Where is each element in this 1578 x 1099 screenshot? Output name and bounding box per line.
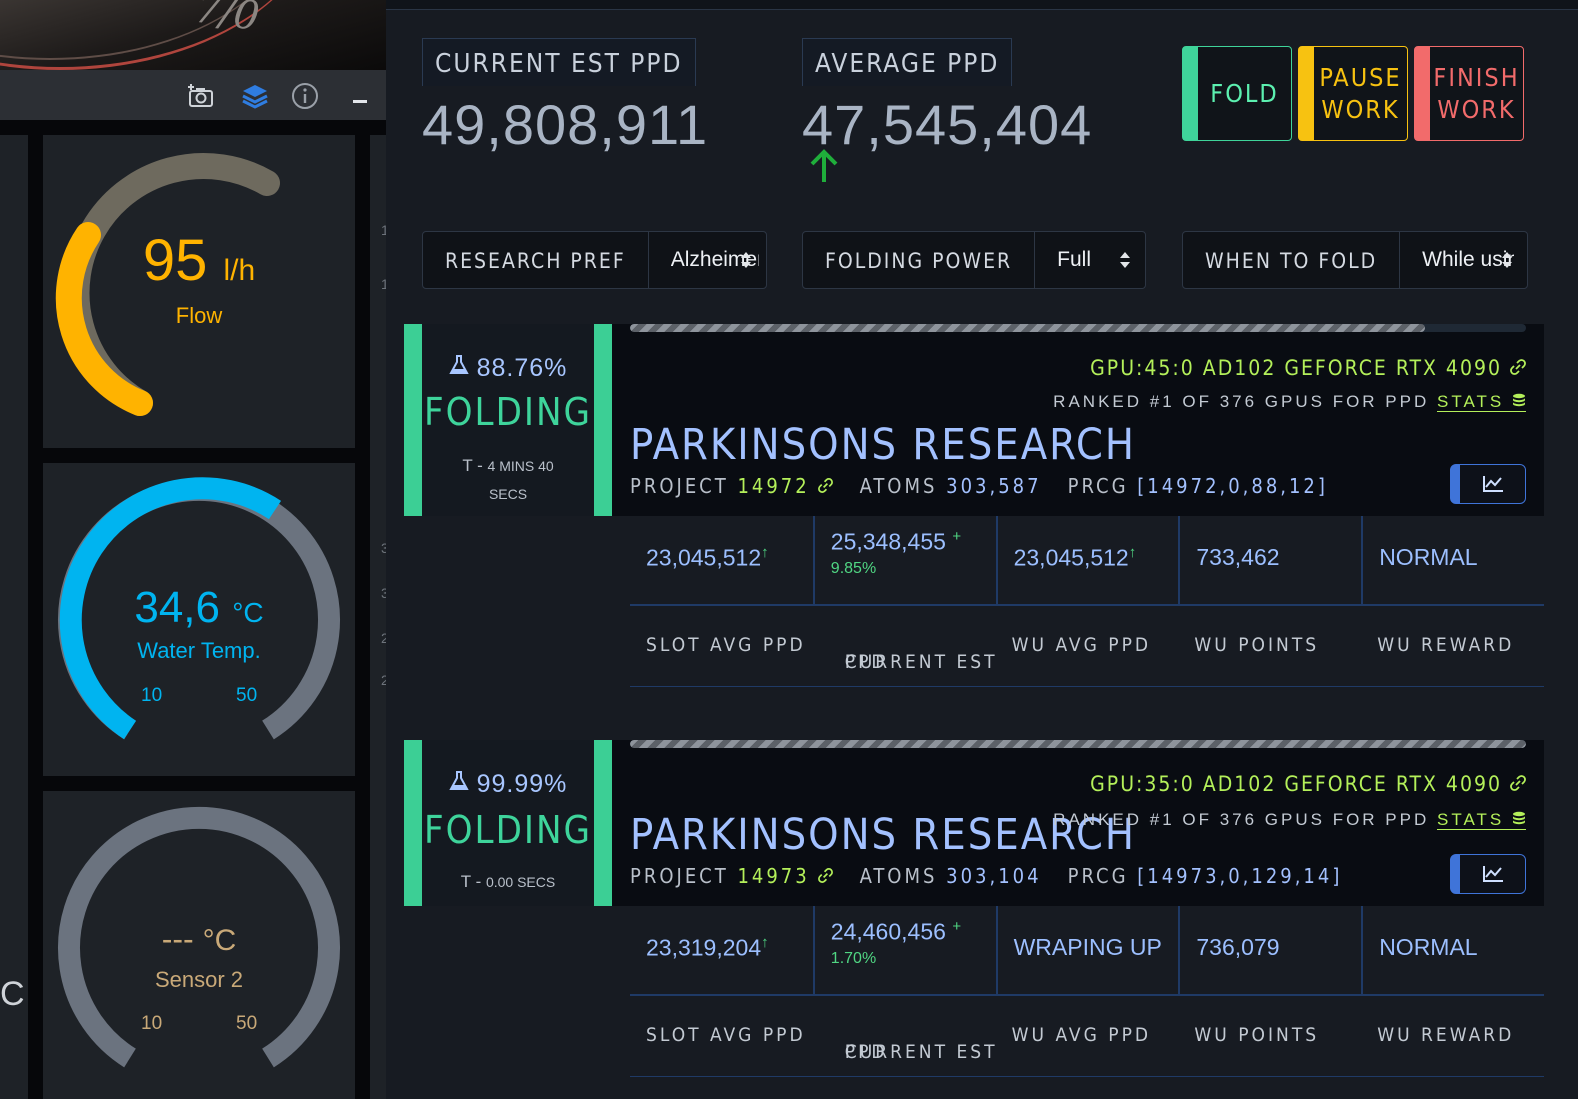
pause-work-button[interactable]: PAUSE WORK — [1298, 46, 1408, 141]
edge-unit-char: C — [0, 975, 25, 1013]
average-ppd-value: 47,545,404 — [802, 93, 1093, 156]
research-pref-dropdown[interactable]: Alzheimer's — [649, 232, 766, 288]
wu-reward-value: NORMAL — [1361, 906, 1544, 994]
folding-panel: CURRENT EST PPD 49,808,911 AVERAGE PPD 4… — [386, 0, 1578, 1099]
water-temp-min: 10 — [141, 685, 163, 706]
current-est-ppd-value: 24,460,456 +1.70% — [812, 906, 996, 994]
select-caret-icon — [741, 252, 751, 268]
slot-status: 88.76% FOLDING T - 4 MINS 40 SECS — [404, 324, 612, 516]
wu-reward-value: NORMAL — [1361, 516, 1544, 604]
project-line: PROJECT 14973 ATOMS 303,104 PRCG [14973,… — [630, 864, 1343, 888]
flask-icon — [448, 771, 469, 790]
project-link[interactable]: 14972 — [737, 474, 842, 498]
water-temp-label: Water Temp. — [137, 638, 261, 663]
slot-eta: T - 0.00 SECS — [460, 872, 556, 891]
select-caret-icon — [1502, 252, 1512, 268]
research-pref-label: RESEARCH PREF — [423, 232, 649, 288]
water-temp-unit: °C — [232, 597, 264, 628]
link-icon — [1510, 359, 1526, 375]
slot-header: GPU:35:0 AD102 GEFORCE RTX 4090 PARKINSO… — [612, 740, 1544, 906]
slot-eta: T - 4 MINS 40 SECS — [462, 456, 554, 502]
slot-stats-labels: SLOT AVG PPD CURRENT EST PPD WU AVG PPD W… — [630, 606, 1544, 687]
current-ppd-value: 49,808,911 — [422, 93, 709, 156]
sensor-2-label: Sensor 2 — [154, 967, 244, 992]
slot-avg-ppd-value: 23,319,204↑ — [646, 934, 769, 961]
database-icon — [1513, 393, 1525, 407]
slot-stats-row: 23,319,204↑ 24,460,456 +1.70% WRAPING UP… — [630, 906, 1544, 996]
stats-link[interactable]: STATS — [1437, 392, 1526, 412]
research-pref-select: RESEARCH PREF Alzheimer's — [422, 231, 767, 289]
current-est-ppd-value: 25,348,455 +9.85% — [812, 516, 996, 604]
sensor-2-value: --- — [161, 921, 194, 957]
wu-avg-ppd-value: 23,045,512↑ — [995, 516, 1179, 604]
link-icon — [818, 868, 834, 883]
line-chart-icon — [1482, 866, 1503, 882]
chart-button[interactable] — [1450, 854, 1526, 894]
layers-icon[interactable] — [241, 83, 269, 109]
sensor-2-gauge: --- °C Sensor 2 10 50 — [43, 791, 355, 1099]
project-link[interactable]: 14973 — [737, 864, 842, 888]
gpu-rank: RANKED #1 OF 376 GPUS FOR PPD STATS — [1053, 392, 1526, 412]
line-chart-icon — [1482, 476, 1503, 492]
when-to-fold-dropdown[interactable]: While using — [1400, 232, 1527, 288]
slot-status-text: FOLDING — [423, 390, 593, 434]
sensor-2-max: 50 — [236, 1013, 258, 1034]
slot-progress-bar — [630, 740, 1526, 748]
background-photo: 7/0 — [0, 0, 386, 70]
folding-power-select: FOLDING POWER Full — [802, 231, 1146, 289]
gpu-rank: RANKED #1 OF 376 GPUS FOR PPD STATS — [1053, 810, 1526, 830]
when-to-fold-select: WHEN TO FOLD While using — [1182, 231, 1528, 289]
minimize-icon[interactable] — [346, 83, 374, 109]
research-title: PARKINSONS RESEARCH — [630, 420, 1137, 470]
sensor-2-min: 10 — [141, 1013, 163, 1034]
gpu-name-link[interactable]: GPU:35:0 AD102 GEFORCE RTX 4090 — [1090, 772, 1526, 796]
slot-stats-labels: SLOT AVG PPD CURRENT EST PPD WU AVG PPD W… — [630, 996, 1544, 1077]
finish-work-button[interactable]: FINISH WORK — [1414, 46, 1524, 141]
flow-value: 95 — [142, 228, 208, 293]
average-ppd-label: AVERAGE PPD — [802, 38, 1013, 86]
folding-power-label: FOLDING POWER — [803, 232, 1036, 288]
slot-progress-percent: 99.99% — [476, 770, 568, 798]
project-line: PROJECT 14972 ATOMS 303,587 PRCG [14972,… — [630, 474, 1328, 498]
link-icon — [818, 478, 834, 493]
wu-points-value: 733,462 — [1178, 516, 1361, 604]
when-to-fold-label: WHEN TO FOLD — [1183, 232, 1401, 288]
water-temp-max: 50 — [236, 685, 258, 706]
sensor-2-unit: °C — [202, 924, 237, 957]
flow-label: Flow — [175, 303, 223, 328]
water-temp-gauge: 34,6 °C Water Temp. 10 50 — [43, 463, 355, 776]
gpu-name-link[interactable]: GPU:45:0 AD102 GEFORCE RTX 4090 — [1090, 356, 1526, 380]
link-icon — [1510, 775, 1526, 791]
water-temp-value: 34,6 — [134, 583, 220, 632]
fold-button[interactable]: FOLD — [1182, 46, 1292, 141]
folding-slot-1: 88.76% FOLDING T - 4 MINS 40 SECS GPU:45:… — [404, 324, 1544, 694]
sensor-toolbar — [0, 70, 386, 120]
folding-power-dropdown[interactable]: Full — [1035, 232, 1145, 288]
wu-points-value: 736,079 — [1178, 906, 1361, 994]
flow-gauge: 95 l/h Flow — [43, 135, 355, 448]
chart-button[interactable] — [1450, 464, 1526, 504]
slot-header: GPU:45:0 AD102 GEFORCE RTX 4090 RANKED #… — [612, 324, 1544, 516]
flow-unit: l/h — [223, 254, 256, 287]
folding-slot-2: 99.99% FOLDING T - 0.00 SECS GPU:35:0 AD… — [404, 740, 1544, 1099]
slot-progress-percent: 88.76% — [476, 354, 568, 382]
slot-avg-ppd-value: 23,045,512↑ — [646, 544, 769, 571]
up-arrow-icon — [810, 149, 838, 182]
slot-status: 99.99% FOLDING T - 0.00 SECS — [404, 740, 612, 906]
select-caret-icon — [1120, 252, 1130, 268]
slot-status-text: FOLDING — [423, 808, 593, 852]
info-icon[interactable] — [291, 83, 319, 109]
slot-stats-row: 23,045,512↑ 25,348,455 +9.85% 23,045,512… — [630, 516, 1544, 606]
slot-progress-bar — [630, 324, 1526, 332]
camera-add-icon[interactable] — [187, 83, 215, 109]
stats-link[interactable]: STATS — [1437, 810, 1526, 830]
sensor-panel: 7/0 95 l/h Flow 34,6 °C Water Temp. 10 5… — [0, 0, 386, 1099]
database-icon — [1513, 811, 1525, 825]
flask-icon — [448, 355, 469, 374]
wu-avg-ppd-value: WRAPING UP — [995, 906, 1179, 994]
current-ppd-label: CURRENT EST PPD — [422, 38, 696, 86]
